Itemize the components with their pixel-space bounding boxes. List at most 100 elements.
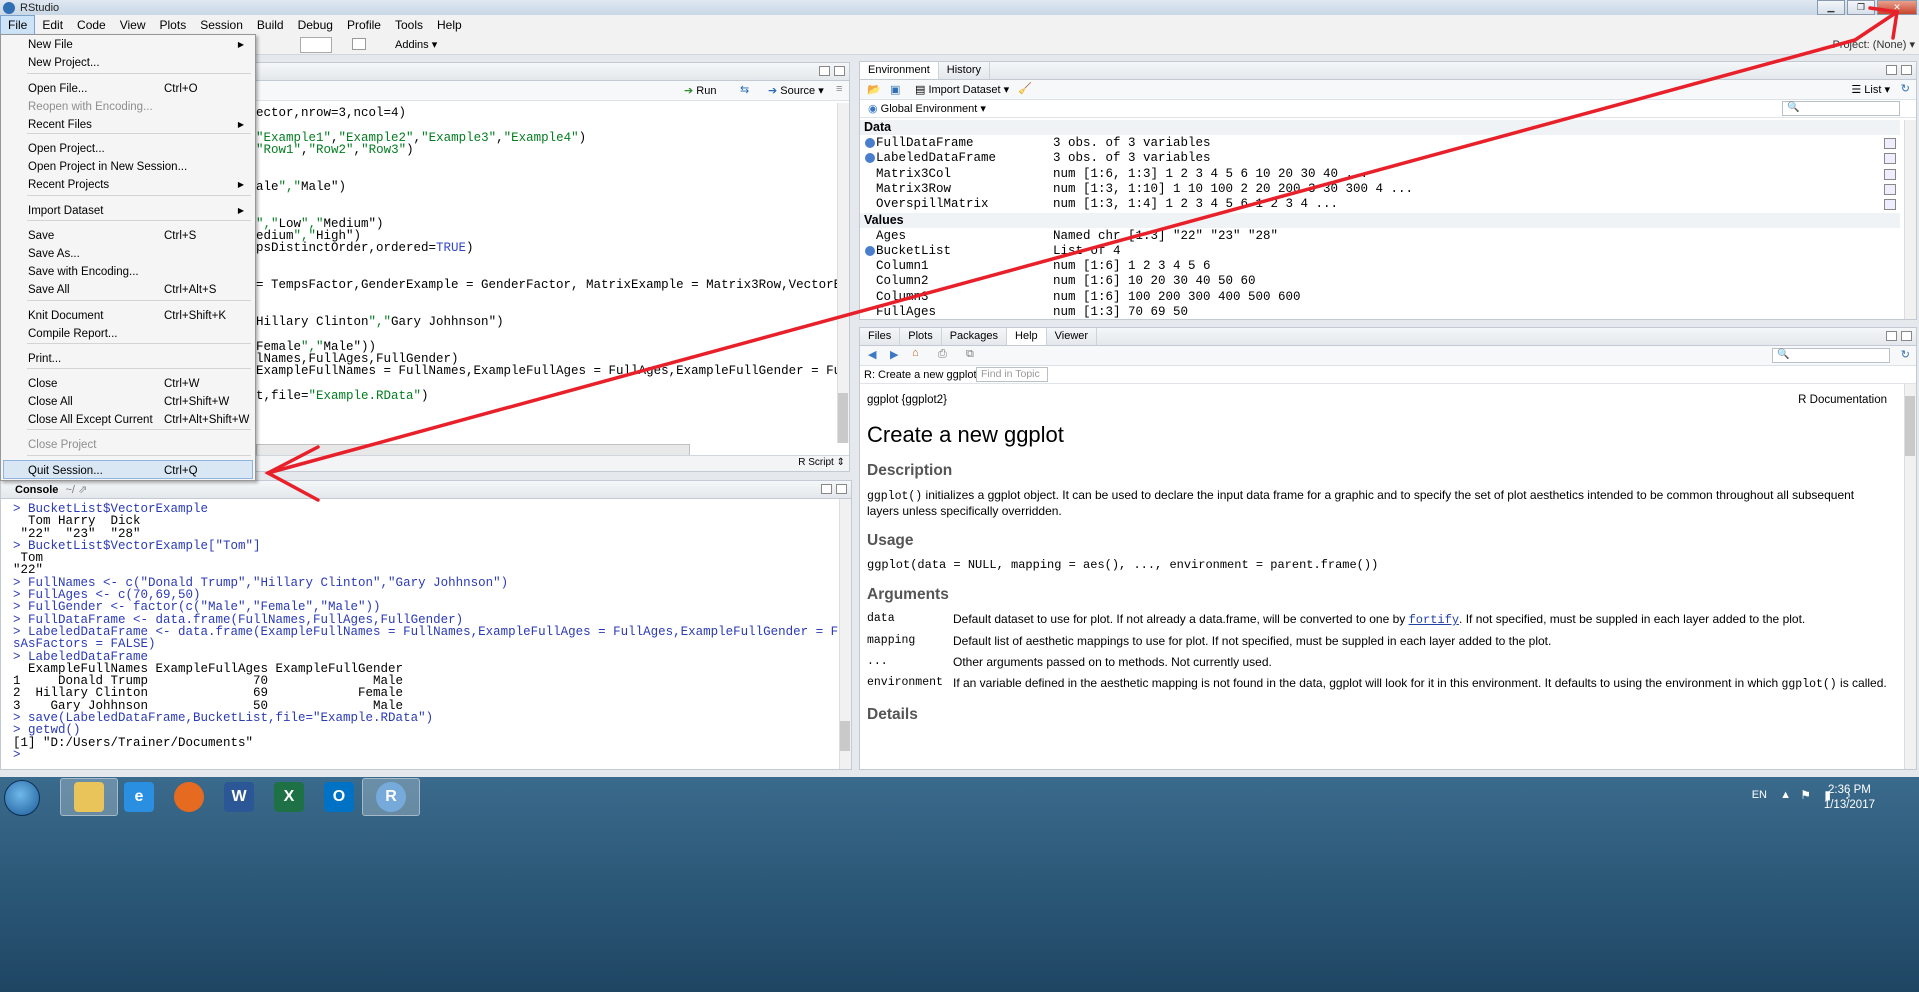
maximize-pane-icon[interactable] <box>834 66 845 76</box>
load-workspace-icon[interactable]: 📂 <box>867 83 881 96</box>
minimize-pane-icon[interactable] <box>819 66 830 76</box>
tab-history[interactable]: History <box>939 62 990 79</box>
close-button[interactable]: ✕ <box>1877 0 1917 15</box>
menu-profile[interactable]: Profile <box>340 16 388 34</box>
minimize-console-icon[interactable] <box>821 484 832 494</box>
tab-plots[interactable]: Plots <box>900 328 942 345</box>
menu-plots[interactable]: Plots <box>153 16 194 34</box>
file-menu-item[interactable]: Save with Encoding... <box>28 263 250 281</box>
menu-tools[interactable]: Tools <box>388 16 430 34</box>
expand-info-icon[interactable] <box>865 245 875 256</box>
fortify-link[interactable]: fortify <box>1409 613 1459 627</box>
file-menu-item[interactable]: Close Ctrl+W <box>28 375 250 393</box>
env-variable-row[interactable]: FullDataFrame 3 obs. of 3 variables <box>860 136 1900 151</box>
back-arrow-icon[interactable]: ◀ <box>868 348 876 361</box>
file-menu-item[interactable]: Import Dataset ▶ <box>28 202 250 220</box>
menu-edit[interactable]: Edit <box>35 16 70 34</box>
env-variable-row[interactable]: Column1 num [1:6] 1 2 3 4 5 6 <box>860 259 1900 274</box>
menu-view[interactable]: View <box>113 16 153 34</box>
environment-scrollbar[interactable] <box>1904 120 1916 319</box>
save-workspace-icon[interactable]: ▣ <box>890 83 900 96</box>
env-variable-row[interactable]: Matrix3Col num [1:6, 1:3] 1 2 3 4 5 6 10 … <box>860 167 1900 182</box>
env-variable-row[interactable]: FullAges num [1:3] 70 69 50 <box>860 305 1900 319</box>
run-button[interactable]: ➔ Run <box>684 84 716 97</box>
tab-packages[interactable]: Packages <box>942 328 1008 345</box>
expand-info-icon[interactable] <box>865 153 875 164</box>
file-menu-item[interactable]: Close All Except Current Ctrl+Alt+Shift+W <box>28 411 250 429</box>
file-menu-item[interactable]: Open File... Ctrl+O <box>28 80 250 98</box>
workspace-panes-icon[interactable] <box>352 38 366 50</box>
code-editor[interactable]: ector,nrow=3,ncol=4) "Example1","Example2… <box>256 107 849 403</box>
scope-selector[interactable]: ◉ Global Environment ▾ <box>868 102 986 115</box>
file-menu-item[interactable]: Compile Report... <box>28 325 250 343</box>
file-menu-item[interactable]: Close All Ctrl+Shift+W <box>28 393 250 411</box>
flag-icon[interactable]: ⚑ <box>1800 788 1811 802</box>
menu-file[interactable]: File <box>0 15 36 35</box>
view-data-grid-icon[interactable] <box>1884 199 1896 211</box>
show-in-window-icon[interactable]: ⧉ <box>966 348 974 361</box>
file-menu-item[interactable]: Print... <box>28 350 250 368</box>
minimize-button[interactable]: ▁ <box>1817 0 1845 15</box>
file-menu-item[interactable]: Save Ctrl+S <box>28 227 250 245</box>
system-clock[interactable]: 2:36 PM 1/13/2017 <box>1824 783 1875 813</box>
tab-files[interactable]: Files <box>860 328 901 345</box>
menu-help[interactable]: Help <box>430 16 469 34</box>
tab-environment[interactable]: Environment <box>860 62 939 79</box>
language-indicator[interactable]: EN <box>1752 789 1767 801</box>
outline-icon[interactable]: ≡ <box>836 83 842 95</box>
refresh-icon[interactable]: ↻ <box>1901 82 1910 95</box>
help-scrollbar[interactable] <box>1904 384 1916 769</box>
import-dataset-button[interactable]: ▤ Import Dataset ▾ <box>915 83 1009 96</box>
tray-expand-icon[interactable]: ▲ <box>1780 789 1791 801</box>
file-menu-item[interactable]: New Project... <box>28 54 250 72</box>
env-variable-row[interactable]: Column2 num [1:6] 10 20 30 40 50 60 <box>860 274 1900 289</box>
view-data-grid-icon[interactable] <box>1884 138 1896 149</box>
goto-file-input[interactable] <box>300 37 332 53</box>
tab-help[interactable]: Help <box>1007 328 1047 345</box>
maximize-env-icon[interactable] <box>1901 65 1912 75</box>
file-menu-item[interactable]: Quit Session... Ctrl+Q <box>28 462 250 480</box>
menu-code[interactable]: Code <box>70 16 113 34</box>
maximize-console-icon[interactable] <box>836 484 847 494</box>
source-button[interactable]: ➔ Source ▾ <box>768 84 824 97</box>
file-menu-item[interactable]: Recent Files ▶ <box>28 116 250 134</box>
view-data-grid-icon[interactable] <box>1884 153 1896 165</box>
find-in-topic-input[interactable]: Find in Topic <box>976 367 1048 382</box>
file-menu-item[interactable]: Open Project... <box>28 140 250 158</box>
view-data-grid-icon[interactable] <box>1884 168 1896 180</box>
clear-workspace-icon[interactable]: 🧹 <box>1018 82 1032 95</box>
go-to-directory-icon[interactable]: ⇗ <box>78 484 87 496</box>
env-variable-row[interactable]: LabeledDataFrame 3 obs. of 3 variables <box>860 151 1900 166</box>
restore-button[interactable]: ❐ <box>1847 0 1875 15</box>
file-menu-item[interactable]: Knit Document Ctrl+Shift+K <box>28 307 250 325</box>
menu-session[interactable]: Session <box>193 16 250 34</box>
rerun-icon[interactable]: ⇆ <box>740 83 749 96</box>
addins-button[interactable]: Addins ▾ <box>395 38 437 51</box>
file-menu-item[interactable]: Save All Ctrl+Alt+S <box>28 281 250 299</box>
env-variable-row[interactable]: Column3 num [1:6] 100 200 300 400 500 600 <box>860 290 1900 305</box>
project-menu[interactable]: Project: (None) ▾ <box>1832 38 1915 51</box>
menu-build[interactable]: Build <box>250 16 291 34</box>
console-output[interactable]: > BucketList$VectorExample Tom Harry Dic… <box>13 503 851 762</box>
minimize-env-icon[interactable] <box>1886 65 1897 75</box>
env-variable-row[interactable]: Matrix3Row num [1:3, 1:10] 1 10 100 2 20 … <box>860 182 1900 197</box>
print-icon[interactable]: ⎙ <box>938 348 947 361</box>
topic-selector[interactable]: R: Create a new ggplot ▾ <box>864 368 985 381</box>
console-scrollbar[interactable] <box>839 499 851 769</box>
environment-search-input[interactable]: 🔍 <box>1782 101 1900 116</box>
taskbar-outlook[interactable]: O <box>310 778 368 816</box>
editor-scrollbar[interactable] <box>837 103 849 443</box>
minimize-help-icon[interactable] <box>1886 331 1897 341</box>
view-data-grid-icon[interactable] <box>1884 183 1896 195</box>
file-menu-item[interactable]: Recent Projects ▶ <box>28 176 250 194</box>
file-menu-item[interactable]: Save As... <box>28 245 250 263</box>
env-variable-row[interactable]: BucketList List of 4 <box>860 244 1900 259</box>
refresh-help-icon[interactable]: ↻ <box>1901 348 1910 361</box>
menu-debug[interactable]: Debug <box>291 16 340 34</box>
file-menu-item[interactable]: Open Project in New Session... <box>28 158 250 176</box>
help-search-input[interactable]: 🔍 <box>1772 348 1890 363</box>
forward-arrow-icon[interactable]: ▶ <box>890 348 898 361</box>
file-menu-item[interactable]: New File ▶ <box>28 36 250 54</box>
expand-info-icon[interactable] <box>865 138 875 148</box>
start-button[interactable] <box>4 780 40 816</box>
